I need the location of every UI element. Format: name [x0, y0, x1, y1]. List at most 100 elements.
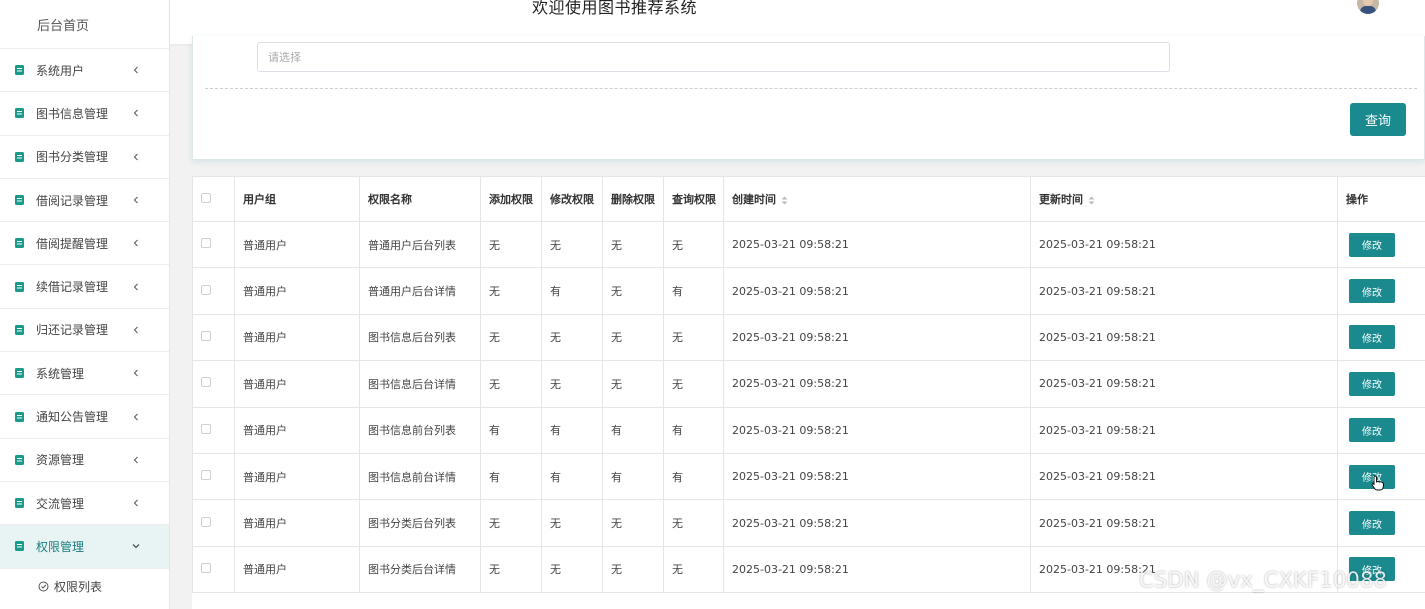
cell-created: 2025-03-21 09:58:21: [723, 452, 1031, 501]
sidebar: 后台首页 系统用户 图书信息管理 图书分类管理 借阅记录管理 借阅提醒管理 续借…: [0, 0, 170, 609]
row-select-cell: [192, 313, 235, 362]
cell-group: 普通用户: [234, 545, 360, 594]
select-input[interactable]: 请选择: [257, 42, 1170, 72]
sidebar-item-label: 借阅记录管理: [36, 193, 109, 208]
cell-query: 无: [663, 220, 724, 269]
sidebar-item-permissions[interactable]: 权限管理: [0, 525, 169, 569]
edit-button[interactable]: 修改: [1349, 232, 1395, 257]
sidebar-item-borrow-records[interactable]: 借阅记录管理: [0, 179, 169, 223]
app-root: 后台首页 系统用户 图书信息管理 图书分类管理 借阅记录管理 借阅提醒管理 续借…: [0, 0, 1425, 609]
avatar[interactable]: [1357, 0, 1379, 14]
row-checkbox[interactable]: [201, 284, 211, 295]
sidebar-item-home[interactable]: 后台首页: [0, 0, 169, 49]
cell-name: 图书信息前台详情: [359, 452, 481, 501]
document-icon: [15, 238, 24, 249]
sidebar-item-book-category[interactable]: 图书分类管理: [0, 136, 169, 179]
cell-group: 普通用户: [234, 406, 360, 454]
cell-group: 普通用户: [234, 499, 360, 547]
document-icon: [15, 454, 24, 465]
cell-delete: 有: [602, 452, 664, 501]
document-icon: [15, 368, 24, 379]
row-checkbox[interactable]: [201, 238, 211, 249]
row-checkbox[interactable]: [201, 470, 211, 481]
header-created[interactable]: 创建时间: [723, 176, 1031, 222]
cell-query: 有: [663, 267, 724, 315]
edit-button[interactable]: 修改: [1349, 418, 1395, 443]
header-query: 查询权限: [663, 176, 724, 222]
cell-group: 普通用户: [234, 267, 360, 315]
row-select-cell: [192, 452, 235, 501]
sidebar-item-label: 续借记录管理: [36, 280, 109, 295]
cell-add: 有: [480, 406, 542, 454]
query-button[interactable]: 查询: [1350, 103, 1406, 136]
sidebar-item-notices[interactable]: 通知公告管理: [0, 395, 169, 439]
cell-group: 普通用户: [234, 313, 360, 362]
cell-query: 有: [663, 406, 724, 454]
sidebar-item-resources[interactable]: 资源管理: [0, 439, 169, 482]
header-updated[interactable]: 更新时间: [1030, 176, 1338, 222]
edit-button[interactable]: 修改: [1349, 325, 1395, 350]
row-select-cell: [192, 406, 235, 454]
chevron-left-icon: [133, 239, 138, 247]
row-checkbox[interactable]: [201, 516, 211, 527]
edit-button[interactable]: 修改: [1349, 371, 1395, 396]
cell-delete: 无: [602, 360, 664, 408]
sidebar-subitem-label: 权限列表: [54, 580, 103, 595]
sidebar-subitem-permission-list[interactable]: 权限列表: [0, 569, 169, 605]
cell-group: 普通用户: [234, 360, 360, 408]
cell-name: 普通用户后台详情: [359, 267, 481, 315]
sidebar-item-system-users[interactable]: 系统用户: [0, 49, 169, 93]
sidebar-item-renew-records[interactable]: 续借记录管理: [0, 265, 169, 309]
sidebar-item-label: 权限管理: [36, 539, 85, 554]
sidebar-item-system-management[interactable]: 系统管理: [0, 352, 169, 396]
row-select-cell: [192, 499, 235, 547]
edit-button[interactable]: 修改: [1349, 511, 1395, 536]
cell-created: 2025-03-21 09:58:21: [723, 545, 1031, 594]
cell-modify: 有: [541, 452, 603, 501]
document-icon: [15, 281, 24, 292]
row-action-cell: 修改: [1337, 360, 1425, 408]
edit-button[interactable]: 修改: [1349, 464, 1395, 491]
cell-add: 无: [480, 267, 542, 315]
sidebar-item-exchange[interactable]: 交流管理: [0, 482, 169, 526]
clock-icon: [38, 581, 49, 592]
row-checkbox[interactable]: [201, 377, 211, 388]
cell-modify: 无: [541, 360, 603, 408]
sort-icon: [781, 196, 788, 204]
row-checkbox[interactable]: [201, 423, 211, 434]
cell-updated: 2025-03-21 09:58:21: [1030, 406, 1338, 454]
edit-button[interactable]: 修改: [1349, 279, 1395, 304]
sort-icon: [1088, 196, 1095, 204]
chevron-left-icon: [133, 326, 138, 334]
sidebar-item-label: 归还记录管理: [36, 323, 109, 338]
header-add: 添加权限: [480, 176, 542, 222]
document-icon: [15, 411, 24, 422]
select-all-cell: [192, 176, 235, 222]
chevron-left-icon: [133, 499, 138, 507]
row-checkbox[interactable]: [201, 330, 211, 341]
sidebar-item-book-info[interactable]: 图书信息管理: [0, 92, 169, 136]
cell-created: 2025-03-21 09:58:21: [723, 267, 1031, 315]
cell-add: 无: [480, 220, 542, 269]
row-select-cell: [192, 360, 235, 408]
table-row: 普通用户 普通用户后台详情无有无有 2025-03-21 09:58:21 2025-…: [192, 267, 1425, 315]
header-created-label: 创建时间: [732, 193, 776, 206]
sidebar-item-return-records[interactable]: 归还记录管理: [0, 309, 169, 353]
table-row: 普通用户 图书信息前台详情有有有有 2025-03-21 09:58:21 2025-…: [192, 452, 1425, 501]
document-icon: [15, 195, 24, 206]
watermark: CSDN @vx_CXKF10088: [1139, 568, 1388, 592]
sidebar-item-label: 图书分类管理: [36, 150, 109, 165]
select-all-checkbox[interactable]: [201, 192, 211, 203]
table-row: 普通用户 图书信息前台列表有有有有 2025-03-21 09:58:21 2025-…: [192, 406, 1425, 454]
sidebar-item-borrow-reminders[interactable]: 借阅提醒管理: [0, 222, 169, 266]
cell-delete: 无: [602, 499, 664, 547]
row-select-cell: [192, 545, 235, 594]
header-modify: 修改权限: [541, 176, 603, 222]
sidebar-item-label: 图书信息管理: [36, 106, 109, 121]
chevron-left-icon: [133, 153, 138, 161]
cell-query: 无: [663, 545, 724, 594]
sidebar-item-label: 借阅提醒管理: [36, 236, 109, 251]
row-checkbox[interactable]: [201, 562, 211, 573]
cell-group: 普通用户: [234, 452, 360, 501]
row-action-cell: 修改: [1337, 406, 1425, 454]
